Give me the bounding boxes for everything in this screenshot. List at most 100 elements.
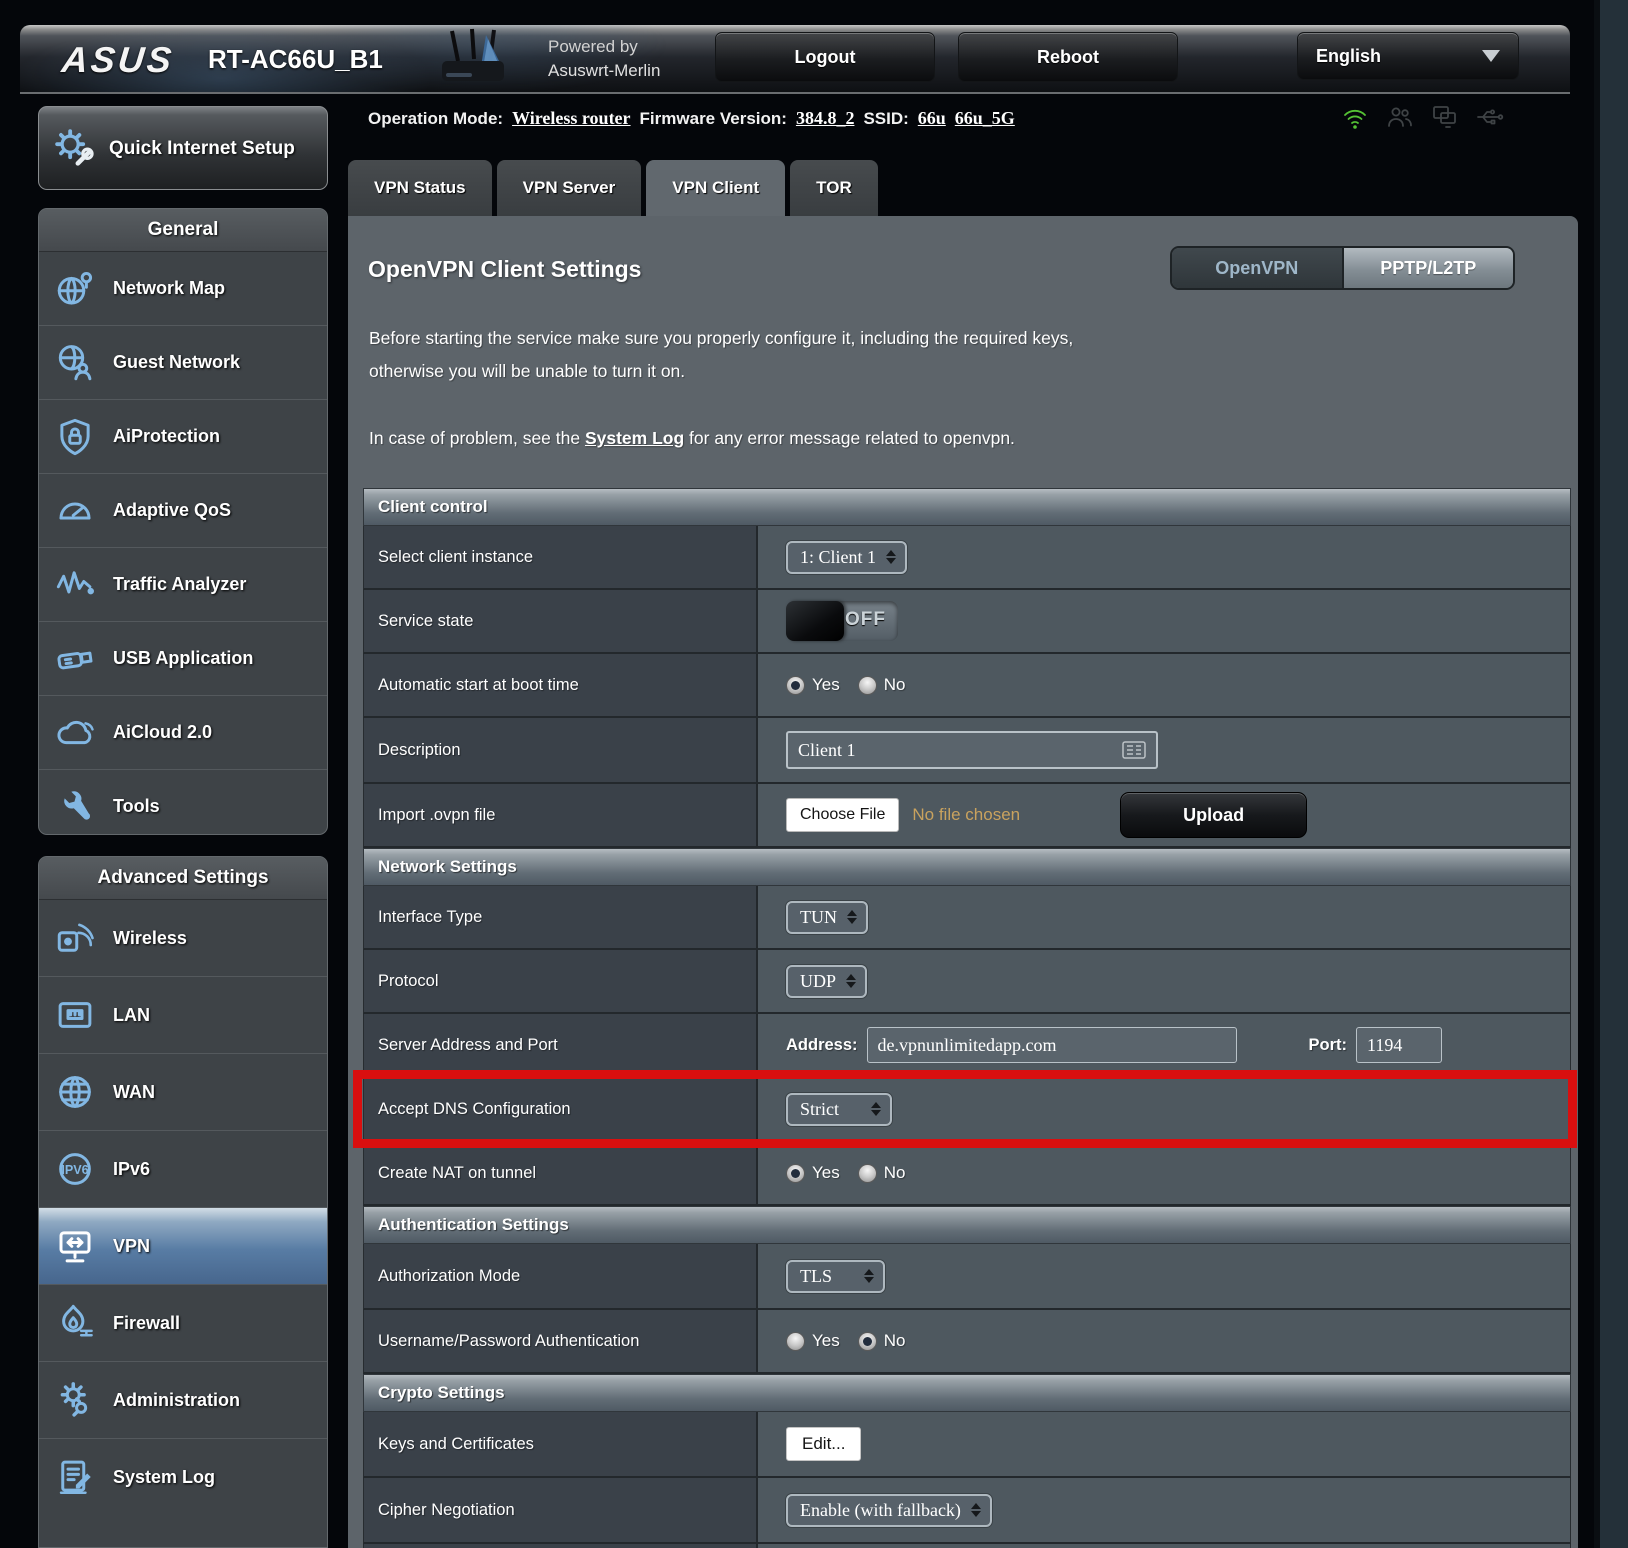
server-address-input[interactable]: de.vpnunlimitedapp.com (867, 1027, 1237, 1063)
select-arrows-icon (847, 910, 857, 924)
sidebar-item-label: Network Map (113, 278, 225, 299)
select-arrows-icon (871, 1102, 881, 1116)
client-instance-value: 1: Client 1 (800, 547, 876, 568)
openvpn-toggle-button[interactable]: OpenVPN (1172, 248, 1342, 288)
sidebar-item-vpn[interactable]: VPN (39, 1207, 327, 1284)
clients-icon[interactable] (1385, 102, 1415, 132)
intro-text: Before starting the service make sure yo… (369, 322, 1289, 388)
nat-yes-radio[interactable] (786, 1164, 805, 1183)
usb-application-icon (54, 638, 96, 680)
row-authorization-mode: Authorization Mode TLS (363, 1244, 1571, 1310)
no-file-chosen-text: No file chosen (912, 805, 1020, 825)
devices-icon[interactable] (1430, 102, 1460, 132)
autostart-yes-radio[interactable] (786, 676, 805, 695)
sidebar-item-usb-application[interactable]: USB Application (39, 621, 327, 695)
client-instance-select[interactable]: 1: Client 1 (786, 541, 907, 574)
sidebar-item-quick-internet-setup[interactable]: Quick Internet Setup (38, 106, 328, 190)
sidebar-item-label: IPv6 (113, 1159, 150, 1180)
row-label: Service state (364, 590, 758, 652)
upload-button[interactable]: Upload (1120, 792, 1307, 838)
usb-icon[interactable] (1475, 102, 1505, 132)
router-admin-page: ASUS RT-AC66U_B1 Powered by Asuswrt-Merl… (0, 0, 1628, 1548)
select-arrows-icon (971, 1503, 981, 1517)
note-text: In case of problem, see the System Log f… (369, 428, 1289, 449)
sidebar-item-administration[interactable]: Administration (39, 1361, 327, 1438)
sidebar-item-aiprotection[interactable]: AiProtection (39, 399, 327, 473)
sidebar-item-traffic-analyzer[interactable]: Traffic Analyzer (39, 547, 327, 621)
nat-no-label: No (884, 1163, 906, 1183)
tab-vpn-client[interactable]: VPN Client (646, 160, 785, 216)
row-partial-cutoff (363, 1544, 1571, 1548)
system-log-link[interactable]: System Log (585, 428, 684, 448)
sidebar-item-wan[interactable]: WAN (39, 1053, 327, 1130)
status-line: Operation Mode: Wireless router Firmware… (368, 108, 1015, 129)
wan-globe-icon (54, 1071, 96, 1113)
server-port-input[interactable]: 1194 (1356, 1027, 1442, 1063)
authorization-mode-select[interactable]: TLS (786, 1260, 885, 1293)
autostart-no-label: No (884, 675, 906, 695)
sidebar-item-system-log[interactable]: System Log (39, 1438, 327, 1515)
ssid-5g-link[interactable]: 66u_5G (955, 108, 1015, 129)
ipv6-icon: IPV6 (54, 1148, 96, 1190)
row-import-ovpn: Import .ovpn file Choose File No file ch… (363, 784, 1571, 848)
powered-by-line: Powered by (548, 35, 660, 59)
description-input[interactable]: Client 1 (786, 731, 1158, 769)
firmware-link[interactable]: 384.8_2 (796, 108, 855, 129)
note-suffix: for any error message related to openvpn… (684, 428, 1015, 448)
port-label: Port: (1309, 1036, 1348, 1055)
server-address-value: de.vpnunlimitedapp.com (878, 1035, 1057, 1056)
sidebar-item-guest-network[interactable]: Guest Network (39, 325, 327, 399)
row-label: Interface Type (364, 886, 758, 948)
sidebar-item-network-map[interactable]: Network Map (39, 252, 327, 325)
sidebar-item-label: Wireless (113, 928, 187, 949)
protocol-select[interactable]: UDP (786, 965, 867, 998)
sidebar-item-label: AiProtection (113, 426, 220, 447)
sidebar-item-ipv6[interactable]: IPV6 IPv6 (39, 1130, 327, 1207)
pptp-l2tp-toggle-button[interactable]: PPTP/L2TP (1342, 248, 1514, 288)
vpn-icon (54, 1225, 96, 1267)
tab-vpn-server[interactable]: VPN Server (497, 160, 642, 216)
page-title: OpenVPN Client Settings (368, 256, 641, 283)
lan-port-icon (54, 994, 96, 1036)
sidebar-item-adaptive-qos[interactable]: Adaptive QoS (39, 473, 327, 547)
interface-type-select[interactable]: TUN (786, 901, 868, 934)
sidebar-item-tools[interactable]: Tools (39, 769, 327, 835)
cipher-negotiation-select[interactable]: Enable (with fallback) (786, 1494, 992, 1527)
edit-keys-button[interactable]: Edit... (786, 1427, 861, 1461)
adaptive-qos-gauge-icon (54, 490, 96, 532)
sidebar-item-lan[interactable]: LAN (39, 976, 327, 1053)
choose-file-button[interactable]: Choose File (786, 798, 899, 832)
service-state-toggle[interactable]: OFF (786, 601, 898, 641)
autostart-no-radio[interactable] (858, 676, 877, 695)
logout-button[interactable]: Logout (715, 32, 935, 82)
nat-yes-label: Yes (812, 1163, 840, 1183)
interface-type-value: TUN (800, 907, 837, 928)
sidebar-item-label: AiCloud 2.0 (113, 722, 212, 743)
userpass-no-radio[interactable] (858, 1332, 877, 1351)
row-label: Automatic start at boot time (364, 654, 758, 716)
tab-vpn-status[interactable]: VPN Status (348, 160, 492, 216)
intro-line2: otherwise you will be unable to turn it … (369, 361, 685, 381)
operation-mode-link[interactable]: Wireless router (512, 108, 630, 129)
row-create-nat: Create NAT on tunnel Yes No (363, 1142, 1571, 1206)
userpass-yes-radio[interactable] (786, 1332, 805, 1351)
ssid-label: SSID: (863, 109, 908, 129)
sidebar-item-label: WAN (113, 1082, 155, 1103)
section-header-authentication: Authentication Settings (363, 1206, 1571, 1244)
tab-tor[interactable]: TOR (790, 160, 878, 216)
row-label: Keys and Certificates (364, 1412, 758, 1476)
nat-no-radio[interactable] (858, 1164, 877, 1183)
accept-dns-select[interactable]: Strict (786, 1093, 892, 1126)
aicloud-icon (54, 712, 96, 754)
sidebar-item-firewall[interactable]: Firewall (39, 1284, 327, 1361)
language-dropdown[interactable]: English (1297, 32, 1519, 80)
autostart-yes-label: Yes (812, 675, 840, 695)
sidebar-item-label: Guest Network (113, 352, 240, 373)
chevron-down-icon (1482, 50, 1500, 62)
sidebar-item-wireless[interactable]: Wireless (39, 900, 327, 976)
ssid-24-link[interactable]: 66u (918, 108, 946, 129)
wifi-status-icon[interactable] (1340, 102, 1370, 132)
sidebar-item-aicloud[interactable]: AiCloud 2.0 (39, 695, 327, 769)
reboot-button[interactable]: Reboot (958, 32, 1178, 82)
server-port-value: 1194 (1367, 1035, 1402, 1056)
